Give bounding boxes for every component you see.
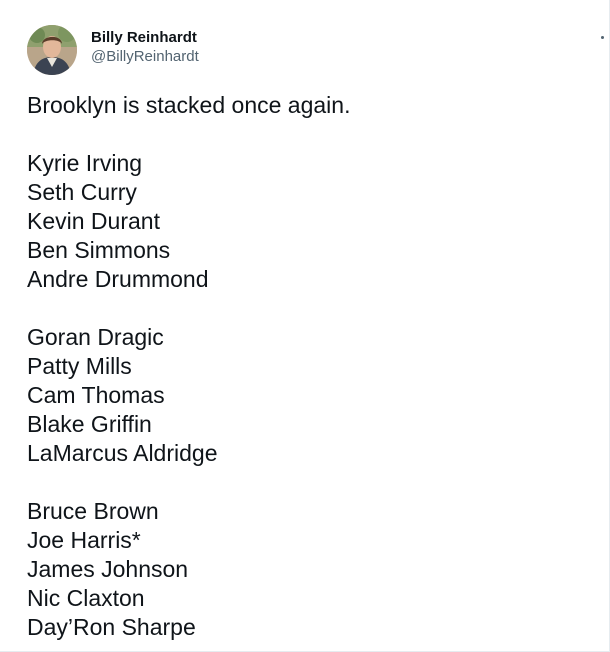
author-display-name[interactable]: Billy Reinhardt (91, 29, 199, 47)
player-name: Kevin Durant (27, 208, 160, 234)
tweet-text: Brooklyn is stacked once again. Kyrie Ir… (27, 91, 587, 642)
player-name: Goran Dragic (27, 324, 164, 350)
player-name: Day’Ron Sharpe (27, 614, 196, 640)
player-name: Seth Curry (27, 179, 137, 205)
player-name: Blake Griffin (27, 411, 152, 437)
author-handle[interactable]: @BillyReinhardt (91, 47, 199, 67)
player-name: Nic Claxton (27, 585, 145, 611)
more-options-icon[interactable] (595, 28, 609, 48)
player-name: LaMarcus Aldridge (27, 440, 218, 466)
avatar[interactable] (27, 25, 77, 75)
player-name: Bruce Brown (27, 498, 159, 524)
tweet-author[interactable]: Billy Reinhardt @BillyReinhardt (91, 29, 199, 67)
avatar-image (27, 25, 77, 75)
tweet-card: Billy Reinhardt @BillyReinhardt Brooklyn… (0, 0, 610, 652)
player-name: Andre Drummond (27, 266, 209, 292)
player-name: Joe Harris* (27, 527, 141, 553)
player-name: Patty Mills (27, 353, 132, 379)
player-name: Cam Thomas (27, 382, 165, 408)
player-name: Kyrie Irving (27, 150, 143, 176)
player-name: Ben Simmons (27, 237, 171, 263)
player-name: James Johnson (27, 556, 189, 582)
tweet-text-intro: Brooklyn is stacked once again. (27, 92, 351, 118)
